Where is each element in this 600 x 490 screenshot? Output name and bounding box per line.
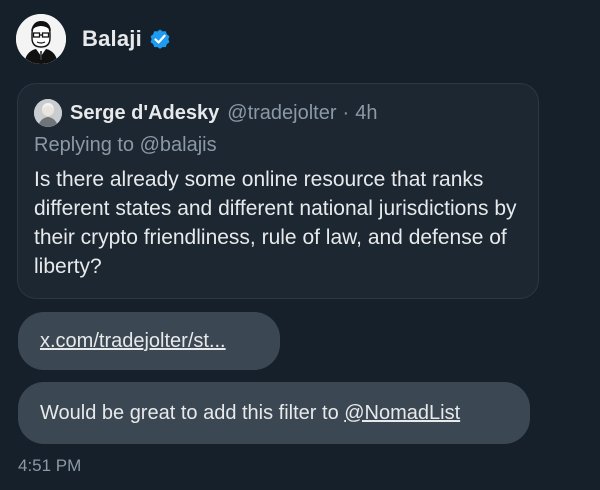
sender-avatar[interactable]: [16, 14, 66, 64]
person-photo-icon: [34, 99, 62, 127]
message-timestamp: 4:51 PM: [18, 456, 82, 475]
quoted-post-header: Serge d'Adesky @tradejolter · 4h: [34, 98, 522, 128]
message-link[interactable]: x.com/tradejolter/st...: [40, 330, 226, 353]
conversation-header: Balaji: [16, 14, 172, 64]
message-text-body: Would be great to add this filter to: [40, 401, 345, 424]
sender-name: Balaji: [82, 26, 142, 51]
quoted-post-time: 4h: [355, 101, 378, 124]
message-text: Would be great to add this filter to @No…: [40, 402, 460, 425]
mention-link[interactable]: @NomadList: [344, 402, 460, 424]
verified-badge-icon: [150, 29, 170, 49]
avatar-sketch-icon: [16, 14, 66, 64]
message-bubble-text: Would be great to add this filter to @No…: [18, 382, 530, 444]
quoted-author-name: Serge d'Adesky: [70, 101, 220, 124]
dot-separator: ·: [342, 101, 350, 124]
quoted-author-handle: @tradejolter: [227, 101, 337, 124]
quoted-post-text: Is there already some online resource th…: [34, 168, 517, 278]
quoted-post-card[interactable]: Serge d'Adesky @tradejolter · 4h Replyin…: [18, 84, 538, 298]
replying-to-label: Replying to @balajis: [34, 134, 217, 156]
message-bubble-link: x.com/tradejolter/st...: [18, 312, 280, 370]
quoted-author-avatar: [34, 99, 62, 127]
